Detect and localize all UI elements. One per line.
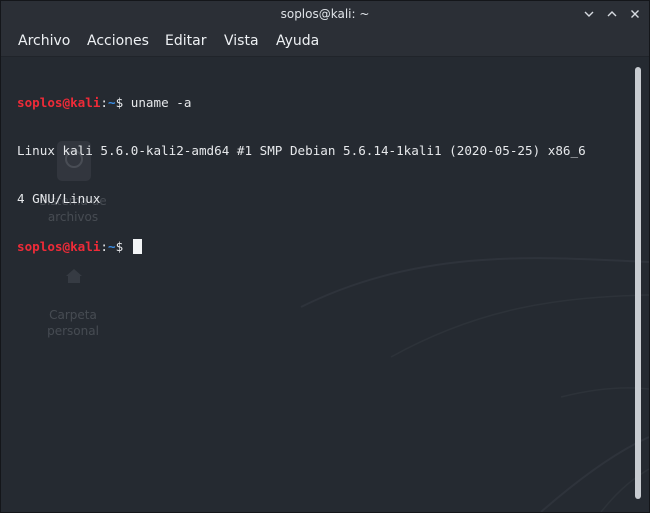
desktop-icon-label-line1: Carpeta (49, 308, 97, 322)
menu-editar[interactable]: Editar (165, 33, 206, 49)
output-line: Linux kali 5.6.0-kali2-amd64 #1 SMP Debi… (17, 143, 586, 158)
command-line: soplos@kali:~$ uname -a (17, 95, 622, 111)
output-line: 4 GNU/Linux (17, 191, 101, 206)
prompt-user: soplos@kali (17, 95, 101, 110)
menu-ayuda[interactable]: Ayuda (276, 33, 319, 49)
terminal-area[interactable]: Sistema de archivos Carpeta personal sop… (1, 57, 649, 512)
prompt-separator: : (100, 95, 108, 110)
menu-archivo[interactable]: Archivo (18, 33, 70, 49)
prompt-symbol: $ (115, 239, 131, 254)
scrollbar[interactable] (635, 67, 641, 499)
prompt-user: soplos@kali (17, 239, 101, 254)
text-cursor (132, 239, 142, 254)
window-title: soplos@kali: ~ (280, 7, 370, 21)
prompt-separator: : (100, 239, 108, 254)
active-prompt-line: soplos@kali:~$ (17, 239, 622, 255)
title-bar[interactable]: soplos@kali: ~ (1, 1, 649, 29)
minimize-icon[interactable] (581, 6, 597, 22)
desktop-icon-label: Carpeta personal (13, 307, 133, 339)
menu-acciones[interactable]: Acciones (87, 33, 149, 49)
prompt-path: ~ (108, 239, 116, 254)
prompt-path: ~ (108, 95, 116, 110)
menu-vista[interactable]: Vista (224, 33, 259, 49)
terminal-output[interactable]: soplos@kali:~$ uname -a Linux kali 5.6.0… (17, 63, 622, 287)
prompt-symbol: $ (115, 95, 131, 110)
terminal-window: soplos@kali: ~ Archivo Acciones Editar V… (0, 0, 650, 513)
maximize-icon[interactable] (604, 6, 620, 22)
desktop-icon-label-line2: personal (47, 324, 99, 338)
menu-bar: Archivo Acciones Editar Vista Ayuda (1, 29, 649, 57)
command-text: uname -a (130, 95, 192, 110)
close-icon[interactable] (627, 6, 643, 22)
